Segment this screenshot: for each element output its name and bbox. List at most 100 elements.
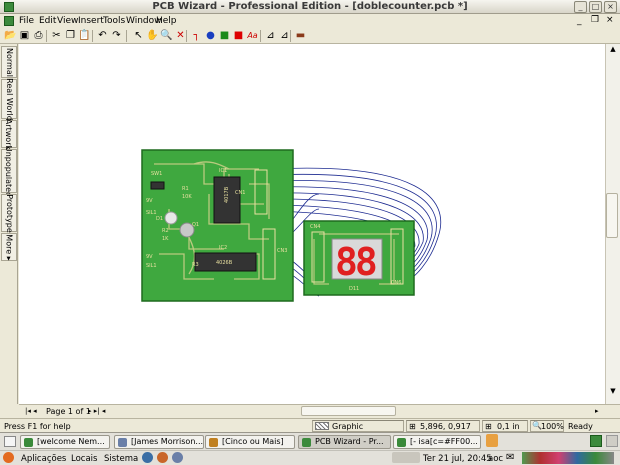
- toolbar-separator: [186, 30, 187, 42]
- horizontal-bar: |◂ ◂ Page 1 of 1 ▸ ▸| ◂ ▸: [19, 404, 620, 418]
- panel-menu-system[interactable]: Sistema: [104, 453, 138, 465]
- zoom-readout: 100%: [541, 422, 564, 431]
- text-tool-icon[interactable]: Aa: [246, 29, 259, 42]
- undo-icon[interactable]: ↶: [96, 29, 109, 42]
- taskbar-button[interactable]: [welcome Nem...: [20, 435, 110, 449]
- print-icon[interactable]: ⎙: [32, 29, 45, 42]
- svg-text:Q1: Q1: [192, 222, 199, 228]
- vertical-scroll-thumb[interactable]: [606, 193, 618, 238]
- svg-text:CN3: CN3: [277, 248, 287, 254]
- title-bar: PCB Wizard - Professional Edition - [dob…: [0, 0, 620, 14]
- maximize-icon[interactable]: □: [589, 1, 602, 13]
- grid-icon: ⊞: [485, 422, 492, 431]
- tab-unpopulated[interactable]: Unpopulated: [1, 145, 17, 197]
- svg-text:SIL1: SIL1: [146, 263, 157, 269]
- coords-readout: 5,896, 0,917 in: [420, 422, 471, 442]
- next-page-icon[interactable]: ▸ ▸| ◂: [88, 407, 105, 415]
- toolbar: 📂 ▣ ⎙ ✂ ❐ 📋 ↶ ↷ ↖ ✋ 🔍 ✕ ┐ ● ■ ■ Aa ⊿ ⊿ ▬: [0, 28, 620, 44]
- tab-real-world[interactable]: Real World: [1, 77, 17, 121]
- notification-icon[interactable]: [486, 434, 498, 447]
- ubuntu-logo-icon[interactable]: [3, 452, 14, 463]
- tab-label: Unpopulated: [4, 145, 14, 197]
- dimension-icon[interactable]: ⊿: [264, 29, 277, 42]
- menu-help[interactable]: Help: [154, 15, 179, 27]
- close-icon[interactable]: ×: [604, 1, 617, 13]
- taskbar: [welcome Nem... [James Morrison... [Cinco …: [0, 432, 620, 450]
- tab-label: Real World: [4, 77, 14, 121]
- minimize-icon[interactable]: _: [574, 1, 587, 13]
- taskbar-button[interactable]: PCB Wizard - Pr...: [298, 435, 391, 449]
- status-bar: Press F1 for help Graphic Foreground ⊞ 5…: [0, 418, 620, 442]
- show-desktop-icon[interactable]: [4, 436, 16, 447]
- panel-menu-applications[interactable]: Aplicações: [21, 453, 66, 465]
- taskbar-label: [- isa[c=#FF00...: [410, 437, 478, 446]
- tab-more[interactable]: More ▸: [1, 233, 17, 261]
- doc-restore-icon[interactable]: ❐: [591, 15, 599, 25]
- scroll-down-icon[interactable]: ▼: [607, 387, 619, 399]
- taskbar-button[interactable]: [James Morrison...: [114, 435, 204, 449]
- scroll-right-icon[interactable]: ▸: [595, 407, 599, 415]
- firefox-icon[interactable]: [157, 452, 168, 463]
- svg-text:R3: R3: [192, 262, 199, 268]
- page-indicator: Page 1 of 1: [46, 407, 91, 416]
- tray-icons[interactable]: [522, 452, 614, 464]
- counter-board[interactable]: SW1 9V SIL1 D1 R1 10K Q1 IC1 CN1 R2 1K C…: [141, 149, 294, 302]
- doc-close-icon[interactable]: ×: [606, 15, 614, 25]
- browser-icon[interactable]: [142, 452, 153, 463]
- copy-icon[interactable]: ❐: [64, 29, 77, 42]
- pcb-canvas[interactable]: SW1 9V SIL1 D1 R1 10K Q1 IC1 CN1 R2 1K C…: [19, 44, 605, 404]
- square-pad-icon[interactable]: ■: [218, 29, 231, 42]
- tab-prototype[interactable]: Prototype: [1, 194, 17, 232]
- svg-text:4026B: 4026B: [216, 260, 233, 266]
- redo-icon[interactable]: ↷: [110, 29, 123, 42]
- seven-segment-display: 88: [335, 240, 376, 284]
- panel-menu-places[interactable]: Locais: [71, 453, 97, 465]
- copper-area-icon[interactable]: ■: [232, 29, 245, 42]
- crosshair-icon: ⊞: [409, 422, 416, 431]
- layer-name: Graphic Foreground: [332, 422, 378, 442]
- open-folder-icon[interactable]: 📂: [4, 29, 17, 42]
- tab-label: More ▸: [4, 233, 14, 261]
- taskbar-label: [Cinco ou Mais]: [222, 437, 284, 446]
- toolbar-separator: [290, 30, 291, 42]
- doc-minimize-icon[interactable]: _: [577, 16, 582, 26]
- svg-text:R1: R1: [182, 186, 189, 192]
- network-icon[interactable]: [392, 452, 420, 463]
- workspace-icon[interactable]: [590, 435, 602, 447]
- chat-icon: [397, 438, 406, 447]
- workspace2-icon[interactable]: [606, 435, 618, 447]
- taskbar-button[interactable]: [- isa[c=#FF00...: [393, 435, 481, 449]
- taskbar-button[interactable]: [Cinco ou Mais]: [205, 435, 295, 449]
- layer-box: Graphic Foreground: [312, 420, 404, 442]
- hand-pan-icon[interactable]: ✋: [146, 29, 159, 42]
- svg-text:1K: 1K: [162, 236, 169, 242]
- view-tabs: Normal Real World Artwork Unpopulated Protot…: [0, 44, 18, 404]
- paste-icon[interactable]: 📋: [78, 29, 91, 42]
- coords-box: ⊞ 5,896, 0,917 in: [406, 420, 480, 442]
- user-name[interactable]: aoc: [488, 453, 503, 465]
- select-pointer-icon[interactable]: ↖: [132, 29, 145, 42]
- tab-artwork[interactable]: Artwork: [1, 118, 17, 150]
- scroll-up-icon[interactable]: ▲: [607, 45, 619, 57]
- tab-label: Normal: [4, 47, 14, 77]
- component-icon[interactable]: ▬: [294, 29, 307, 42]
- media-player-icon[interactable]: [172, 452, 183, 463]
- game-icon: [209, 438, 218, 447]
- cut-icon[interactable]: ✂: [50, 29, 63, 42]
- save-icon[interactable]: ▣: [18, 29, 31, 42]
- svg-text:IC2: IC2: [219, 245, 227, 251]
- first-page-icon[interactable]: |◂ ◂: [25, 407, 37, 415]
- zoom-icon[interactable]: 🔍: [160, 29, 173, 42]
- toolbar-separator: [46, 30, 47, 42]
- svg-text:SW1: SW1: [151, 171, 162, 177]
- menu-file[interactable]: File: [17, 15, 36, 27]
- pad-tool-icon[interactable]: ●: [204, 29, 217, 42]
- mail-icon[interactable]: ✉: [506, 452, 514, 463]
- tab-label: Prototype: [4, 193, 14, 233]
- horizontal-scroll-thumb[interactable]: [301, 406, 396, 416]
- svg-text:4017B: 4017B: [224, 186, 230, 203]
- display-board[interactable]: 88 CN4 D11 CN6: [303, 220, 415, 296]
- track-tool-icon[interactable]: ┐: [190, 29, 203, 42]
- tab-normal[interactable]: Normal: [1, 46, 17, 78]
- clock[interactable]: Ter 21 jul, 20:45: [423, 453, 492, 465]
